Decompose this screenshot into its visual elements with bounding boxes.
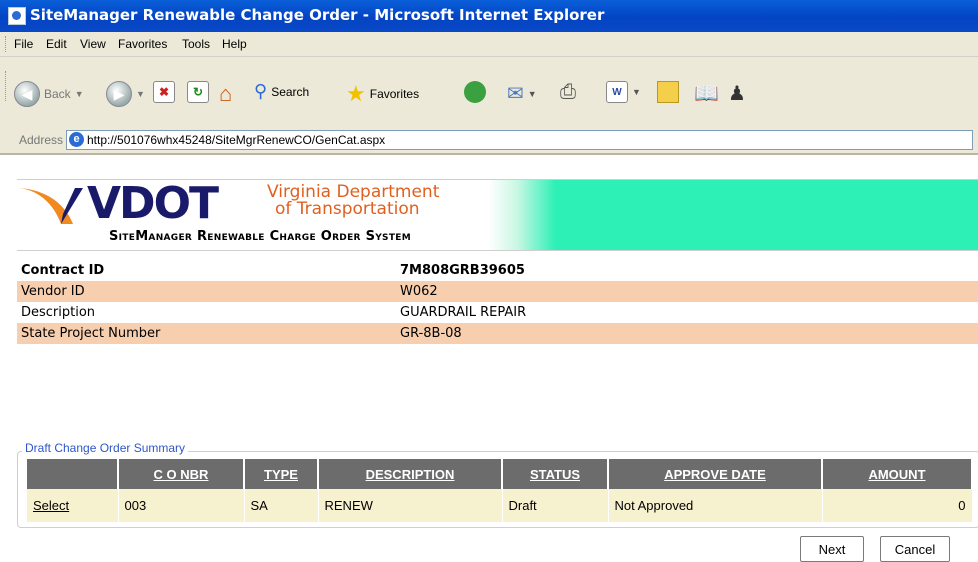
favorites-label: Favorites	[369, 87, 420, 101]
vendor-id-label: Vendor ID	[17, 281, 394, 302]
back-label: Back	[44, 87, 71, 101]
stop-icon: ✖	[153, 81, 175, 103]
page-content: VDOT Virginia Department of Transportati…	[0, 155, 978, 562]
state-project-value: GR-8B-08	[394, 323, 978, 344]
description-cell: RENEW	[318, 489, 503, 522]
address-bar: Address e http://501076whx45248/SiteMgrR…	[0, 127, 978, 155]
status-cell: Draft	[502, 489, 609, 522]
amount-cell: 0	[822, 489, 973, 522]
agency-line-2: of Transportation	[275, 199, 420, 219]
ie-app-icon	[8, 7, 26, 25]
agency-name: Virginia Department of Transportation	[267, 184, 439, 218]
contract-id-label: Contract ID	[21, 263, 105, 278]
table-row: Select 003 SA RENEW Draft Not Approved 0	[27, 489, 973, 522]
co-nbr-cell: 003	[118, 489, 245, 522]
stop-button[interactable]: ✖	[153, 81, 175, 103]
forward-arrow-icon: ▶	[106, 81, 132, 107]
research-book-icon: 📖	[694, 83, 719, 105]
col-header-type[interactable]: TYPE	[244, 459, 319, 489]
select-link[interactable]: Select	[27, 489, 119, 522]
cancel-button[interactable]: Cancel	[880, 536, 950, 562]
search-label: Search	[271, 84, 310, 99]
research-button[interactable]: 📖	[694, 81, 719, 106]
note-icon	[657, 81, 679, 103]
vendor-id-value: W062	[394, 281, 978, 302]
menu-edit[interactable]: Edit	[46, 37, 67, 51]
mail-icon: ✉	[507, 83, 524, 105]
edit-dropdown-icon: ▼	[632, 87, 641, 97]
history-button[interactable]	[464, 81, 486, 103]
menu-file[interactable]: File	[14, 37, 33, 51]
mail-button[interactable]: ✉ ▼	[507, 81, 537, 106]
print-button[interactable]: ⎙	[560, 81, 576, 104]
vdot-banner: VDOT Virginia Department of Transportati…	[17, 179, 978, 251]
description-value: GUARDRAIL REPAIR	[400, 305, 527, 320]
back-button[interactable]: ◀ Back ▼	[14, 81, 84, 107]
change-order-table: C O NBR TYPE DESCRIPTION STATUS APPROVE …	[27, 459, 973, 522]
col-header-select	[27, 459, 119, 489]
back-dropdown-icon: ▼	[74, 89, 84, 99]
next-button[interactable]: Next	[800, 536, 864, 562]
state-project-label: State Project Number	[17, 323, 394, 344]
search-button[interactable]: ⚲ Search	[254, 81, 309, 102]
back-arrow-icon: ◀	[14, 81, 40, 107]
edit-button[interactable]: W ▼	[606, 81, 641, 103]
mail-dropdown-icon: ▼	[527, 88, 537, 99]
col-header-co-nbr[interactable]: C O NBR	[118, 459, 245, 489]
forward-dropdown-icon: ▼	[136, 89, 145, 99]
contract-info-table: Contract ID 7M808GRB39605 Vendor ID W062…	[17, 260, 978, 344]
home-icon: ⌂	[219, 81, 233, 106]
contract-row: State Project Number GR-8B-08	[17, 323, 978, 344]
window-title: SiteManager Renewable Change Order - Mic…	[30, 6, 605, 24]
standard-toolbar: ◀ Back ▼ ▶ ▼ ✖ ↻ ⌂ ⚲ Search ★ Favorites …	[0, 57, 978, 128]
search-icon: ⚲	[254, 81, 268, 101]
address-label: Address	[19, 133, 64, 147]
description-label: Description	[21, 305, 96, 320]
messenger-button[interactable]: ♟	[728, 81, 746, 106]
system-name: SiteManager Renewable Charge Order Syste…	[109, 229, 411, 244]
contract-id-value: 7M808GRB39605	[400, 263, 525, 278]
col-header-amount[interactable]: AMOUNT	[822, 459, 973, 489]
page-ie-icon: e	[69, 132, 84, 147]
col-header-description[interactable]: DESCRIPTION	[318, 459, 503, 489]
contract-row: Vendor ID W062	[17, 281, 978, 302]
contract-row: Contract ID 7M808GRB39605	[17, 260, 978, 281]
forward-button[interactable]: ▶ ▼	[106, 81, 145, 107]
vdot-logo-text: VDOT	[87, 178, 219, 229]
refresh-button[interactable]: ↻	[187, 81, 209, 103]
word-edit-icon: W	[606, 81, 628, 103]
menu-view[interactable]: View	[80, 37, 106, 51]
menu-tools[interactable]: Tools	[182, 37, 210, 51]
discuss-button[interactable]	[657, 81, 679, 103]
approve-date-cell: Not Approved	[608, 489, 823, 522]
address-input[interactable]: e http://501076whx45248/SiteMgrRenewCO/G…	[66, 130, 973, 150]
table-header-row: C O NBR TYPE DESCRIPTION STATUS APPROVE …	[27, 459, 973, 489]
toolbar-grip	[5, 71, 9, 101]
history-icon	[464, 81, 486, 103]
menu-favorites[interactable]: Favorites	[118, 37, 167, 51]
draft-summary-legend: Draft Change Order Summary	[22, 441, 189, 455]
refresh-icon: ↻	[187, 81, 209, 103]
messenger-person-icon: ♟	[728, 83, 746, 105]
favorites-button[interactable]: ★ Favorites	[346, 81, 419, 107]
type-cell: SA	[244, 489, 319, 522]
menu-help[interactable]: Help	[222, 37, 247, 51]
contract-row: Description GUARDRAIL REPAIR	[17, 302, 978, 323]
window-titlebar: SiteManager Renewable Change Order - Mic…	[0, 0, 978, 32]
menu-grip	[5, 36, 9, 52]
address-url: http://501076whx45248/SiteMgrRenewCO/Gen…	[87, 133, 386, 147]
menu-bar: File Edit View Favorites Tools Help	[0, 32, 978, 57]
col-header-approve-date[interactable]: APPROVE DATE	[608, 459, 823, 489]
col-header-status[interactable]: STATUS	[502, 459, 609, 489]
home-button[interactable]: ⌂	[219, 81, 232, 107]
favorites-star-icon: ★	[346, 81, 366, 106]
print-icon: ⎙	[560, 81, 576, 103]
